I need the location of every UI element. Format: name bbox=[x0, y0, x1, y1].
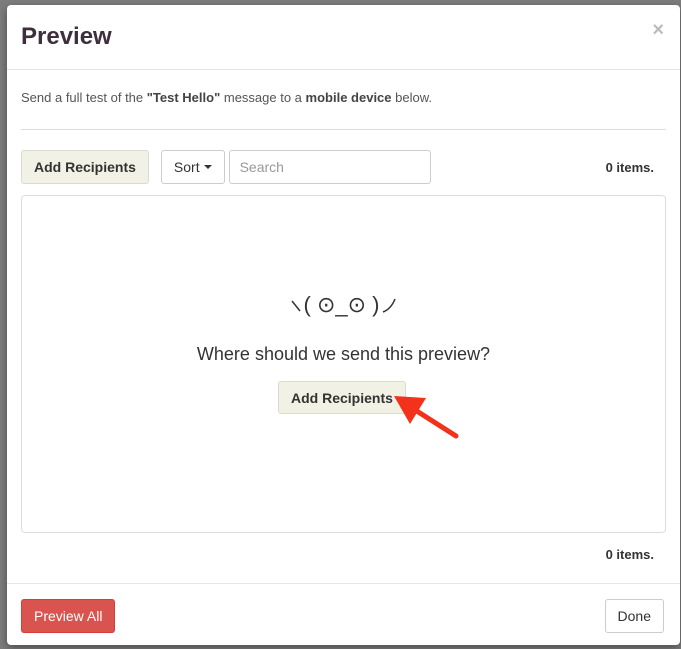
preview-all-button[interactable]: Preview All bbox=[21, 599, 116, 633]
close-icon[interactable]: × bbox=[652, 19, 664, 42]
divider bbox=[21, 129, 666, 130]
empty-state-message: Where should we send this preview? bbox=[196, 344, 491, 364]
device-type: mobile device bbox=[305, 90, 392, 105]
kaomoji: ( ⊙_⊙ ) bbox=[22, 292, 665, 318]
annotation-arrow-icon bbox=[394, 396, 459, 439]
kaomoji-left-arm bbox=[290, 300, 301, 312]
add-recipients-empty-button[interactable]: Add Recipients bbox=[278, 381, 406, 414]
intro-pre: Send a full test of the bbox=[21, 90, 147, 105]
recipients-panel: ( ⊙_⊙ ) Where should we send this previe… bbox=[21, 195, 666, 533]
items-count: 0 items. bbox=[605, 159, 654, 175]
toolbar: Add Recipients Sort 0 items. bbox=[21, 150, 666, 184]
search-input[interactable] bbox=[239, 159, 421, 175]
kaomoji-face: ( ⊙_⊙ ) bbox=[303, 292, 380, 317]
caret-down-icon bbox=[203, 165, 212, 169]
done-button[interactable]: Done bbox=[604, 599, 664, 633]
preview-modal: Preview × Send a full test of the "Test … bbox=[7, 5, 680, 645]
intro-text: Send a full test of the "Test Hello" mes… bbox=[21, 90, 666, 105]
sort-dropdown[interactable]: Sort bbox=[160, 150, 225, 184]
modal-footer: Preview All Done bbox=[7, 583, 680, 645]
modal-header: Preview × bbox=[7, 5, 680, 70]
add-recipients-button[interactable]: Add Recipients bbox=[21, 150, 149, 184]
modal-title: Preview bbox=[21, 23, 112, 50]
items-count-bottom: 0 items. bbox=[605, 547, 654, 562]
intro-post: below. bbox=[391, 90, 432, 105]
search-box bbox=[228, 150, 431, 184]
message-name: "Test Hello" bbox=[146, 90, 221, 105]
intro-mid: message to a bbox=[220, 90, 306, 105]
sort-label: Sort bbox=[173, 159, 200, 175]
kaomoji-right-arm bbox=[383, 298, 397, 313]
